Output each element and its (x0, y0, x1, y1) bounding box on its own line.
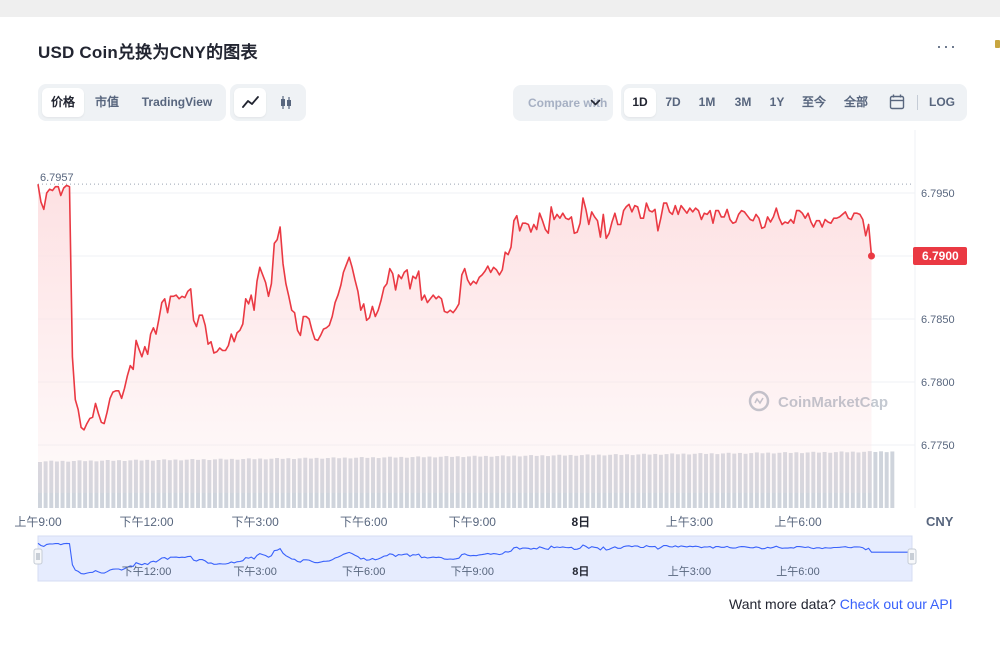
handle-grip (33, 548, 43, 565)
navigator-tick-label: 下午9:00 (451, 565, 494, 578)
y-axis: 6.79506.79006.78506.78006.7750 (921, 188, 955, 452)
api-link[interactable]: Check out our API (840, 596, 953, 612)
navigator-tick-label: 下午3:00 (233, 565, 276, 578)
price-chart: 6.7957 6.79506.79006.78506.78006.7750 6.… (14, 130, 967, 582)
footer-text: Want more data? (729, 596, 836, 612)
range-navigator[interactable]: 下午12:00 下午3:00 下午6:00 下午9:00 8日 上午3:00 上午6:00 (33, 535, 917, 582)
x-tick-label: 上午6:00 (774, 515, 822, 529)
navigator-tick-label: 下午6:00 (342, 565, 385, 578)
volume-bar (890, 451, 895, 508)
x-tick-label: 下午12:00 (120, 515, 174, 529)
y-tick-label: 6.7750 (921, 440, 955, 452)
y-tick-label: 6.7850 (921, 314, 955, 326)
y-tick-label: 6.7950 (921, 188, 955, 200)
x-axis: 上午9:00 下午12:00 下午3:00 下午6:00 下午9:00 8日 上午3:00 上… (14, 515, 822, 529)
x-tick-label: 下午6:00 (340, 515, 388, 529)
last-price-dot (867, 252, 875, 260)
watermark-text: CoinMarketCap (778, 394, 888, 411)
navigator-tick-label: 上午6:00 (776, 565, 819, 578)
api-footer: Want more data? Check out our API (729, 596, 953, 612)
volume-bar (873, 451, 878, 508)
navigator-handle-left[interactable] (33, 548, 43, 565)
x-tick-label: 下午3:00 (231, 515, 279, 529)
x-tick-label: 上午3:00 (666, 515, 714, 529)
price-area (38, 184, 872, 493)
open-price-label: 6.7957 (40, 172, 74, 184)
volume-bar (879, 451, 884, 508)
currency-label: CNY (926, 514, 954, 529)
handle-grip (907, 548, 917, 565)
x-tick-label: 上午9:00 (14, 515, 62, 529)
x-tick-label: 下午9:00 (449, 515, 497, 529)
volume-bar (884, 452, 889, 508)
y-tick-label: 6.7800 (921, 377, 955, 389)
navigator-tick-label: 下午12:00 (122, 565, 172, 578)
navigator-tick-label: 上午3:00 (668, 565, 711, 578)
navigator-handle-right[interactable] (907, 548, 917, 565)
navigator-tick-label: 8日 (572, 565, 589, 578)
x-tick-label: 8日 (572, 515, 591, 529)
last-price-label: 6.7900 (922, 249, 959, 263)
